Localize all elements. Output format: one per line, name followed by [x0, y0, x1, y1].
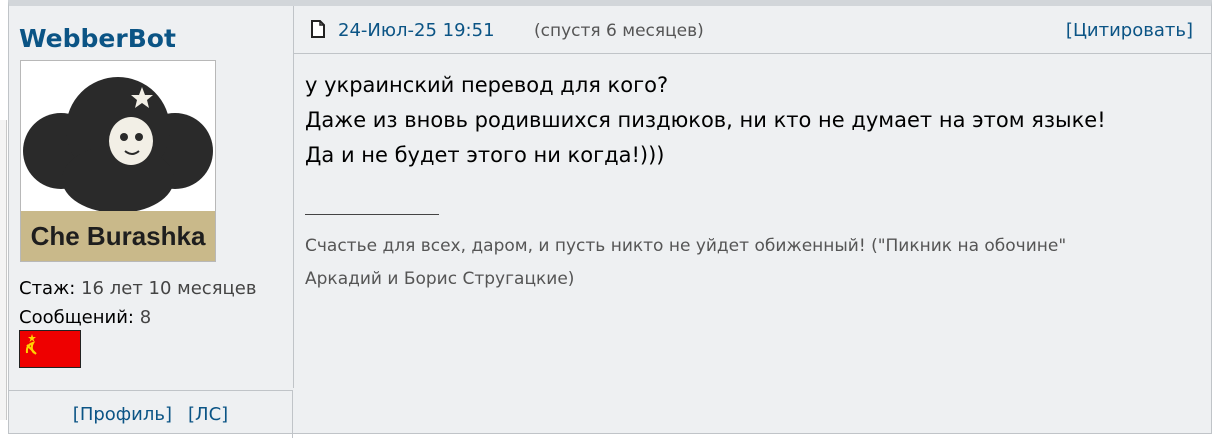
post-body-line: Да и не будет этого ни когда!))) — [305, 143, 665, 167]
ussr-flag-icon — [19, 330, 81, 368]
hammer-sickle-icon — [25, 334, 37, 355]
author-panel: WebberBot Che Burashka Стаж: 16 лет 10 м… — [9, 6, 294, 388]
post-body-line: у украинский перевод для кого? — [305, 73, 669, 97]
forum-post: WebberBot Che Burashka Стаж: 16 лет 10 м… — [8, 0, 1212, 438]
signature-line: Аркадий и Борис Стругацкие) — [305, 269, 575, 289]
stat-experience-label: Стаж: — [19, 278, 76, 299]
author-name[interactable]: WebberBot — [19, 24, 176, 53]
stat-experience: Стаж: 16 лет 10 месяцев — [19, 278, 256, 299]
author-links: [Профиль] [ЛС] — [9, 390, 293, 438]
stat-posts: Сообщений: 8 — [19, 307, 151, 328]
stat-experience-value: 16 лет 10 месяцев — [81, 278, 257, 299]
page-left-rail — [0, 120, 7, 420]
stat-posts-label: Сообщений: — [19, 307, 134, 328]
post-panel: 24-Июл-25 19:51 (спустя 6 месяцев) [Цити… — [294, 6, 1211, 438]
avatar-image: Che Burashka — [21, 61, 215, 261]
quote-button[interactable]: [Цитировать] — [1066, 20, 1193, 41]
signature: Счастье для всех, даром, и пусть никто н… — [305, 230, 1201, 296]
avatar-caption: Che Burashka — [31, 221, 206, 251]
post-date-link[interactable]: 24-Июл-25 19:51 — [338, 20, 495, 41]
post-header: 24-Июл-25 19:51 (спустя 6 месяцев) [Цити… — [294, 6, 1211, 54]
signature-line: Счастье для всех, даром, и пусть никто н… — [305, 236, 1067, 256]
stat-posts-value: 8 — [139, 307, 152, 328]
signature-divider — [305, 214, 439, 215]
post-relative-time: (спустя 6 месяцев) — [534, 21, 704, 41]
private-message-link[interactable]: [ЛС] — [188, 404, 228, 425]
post-body-line: Даже из вновь родившихся пиздюков, ни кт… — [305, 108, 1106, 132]
avatar: Che Burashka — [20, 60, 216, 262]
post-body: у украинский перевод для кого? Даже из в… — [305, 68, 1201, 173]
profile-link[interactable]: [Профиль] — [73, 404, 172, 425]
post-document-icon — [311, 20, 325, 38]
